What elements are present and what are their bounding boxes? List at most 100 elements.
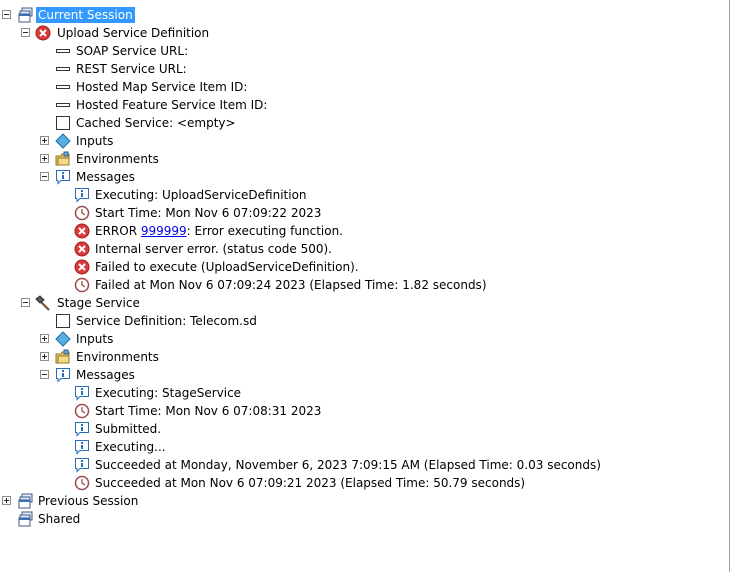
tree-label[interactable]: Upload Service Definition [55,25,211,41]
tree-label[interactable]: REST Service URL: [74,61,189,77]
tree-item-environments[interactable]: Environments [0,348,727,366]
tree-item-environments[interactable]: Environments [0,150,727,168]
info-message-icon [74,187,90,203]
tree-item-inputs[interactable]: Inputs [0,132,727,150]
info-message-icon [55,169,71,185]
collapse-toggle[interactable] [21,298,30,307]
error-prefix: ERROR [95,224,141,238]
message-item[interactable]: Failed to execute (UploadServiceDefiniti… [0,258,727,276]
empty-param-icon [55,115,71,131]
message-text: Executing: StageService [95,386,242,400]
error-code-link[interactable]: 999999 [141,224,187,238]
message-text: Succeeded at Monday, November 6, 2023 7:… [95,458,601,472]
tree-item-messages[interactable]: Messages [0,168,727,186]
info-message-icon [74,439,90,455]
message-item[interactable]: Executing... [0,438,727,456]
tree-label[interactable]: Environments [74,151,161,167]
message-text: Start Time: Mon Nov 6 07:08:31 2023 [95,404,322,418]
info-message-icon [55,367,71,383]
message-text: Executing... [95,440,166,454]
tree-item-shared[interactable]: Shared [0,510,727,528]
tree-label[interactable]: SOAP Service URL: [74,43,190,59]
message-text: Start Time: Mon Nov 6 07:09:22 2023 [95,206,322,220]
string-param-icon [55,43,71,59]
collapse-toggle[interactable] [40,370,49,379]
tree-label[interactable]: Hosted Feature Service Item ID: [74,97,269,113]
tree-label[interactable]: Inputs [74,133,115,149]
geoprocessing-results-panel: Current Session Upload Service Definitio… [0,0,730,572]
inputs-diamond-icon [55,133,71,149]
message-item[interactable]: Executing: StageService [0,384,727,402]
environments-folder-icon [55,349,71,365]
tree-label[interactable]: Service Definition: Telecom.sd [74,313,259,329]
tree-label[interactable]: Cached Service: <empty> [74,115,238,131]
tree-item-rest-url[interactable]: REST Service URL: [0,60,727,78]
error-icon [35,25,51,41]
expand-toggle[interactable] [2,496,11,505]
tree-label[interactable]: Stage Service [55,295,142,311]
collapse-toggle[interactable] [21,28,30,37]
error-message-text: ERROR 999999: Error executing function. [93,223,345,239]
message-item[interactable]: Submitted. [0,420,727,438]
tree-label[interactable]: Environments [74,349,161,365]
collapse-toggle[interactable] [2,10,11,19]
error-icon [74,223,90,239]
message-text: Submitted. [95,422,162,436]
message-item[interactable]: Succeeded at Mon Nov 6 07:09:21 2023 (El… [0,474,727,492]
tree-item-cached-service[interactable]: Cached Service: <empty> [0,114,727,132]
session-folder-icon [18,7,34,23]
clock-icon [74,475,90,491]
tree-item-current-session[interactable]: Current Session [0,6,727,24]
string-param-icon [55,79,71,95]
tree-label[interactable]: Hosted Map Service Item ID: [74,79,249,95]
message-item[interactable]: Start Time: Mon Nov 6 07:09:22 2023 [0,204,727,222]
tree-item-stage-service[interactable]: Stage Service [0,294,727,312]
tree-item-feature-item-id[interactable]: Hosted Feature Service Item ID: [0,96,727,114]
clock-icon [74,205,90,221]
tree-item-soap-url[interactable]: SOAP Service URL: [0,42,727,60]
tree-label[interactable]: Current Session [36,7,135,23]
tree-item-upload-service-definition[interactable]: Upload Service Definition [0,24,727,42]
message-text: Failed to execute (UploadServiceDefiniti… [95,260,359,274]
message-item[interactable]: Executing: UploadServiceDefinition [0,186,727,204]
message-item[interactable]: Failed at Mon Nov 6 07:09:24 2023 (Elaps… [0,276,727,294]
file-param-icon [55,313,71,329]
expand-toggle[interactable] [40,136,49,145]
message-text: Executing: UploadServiceDefinition [95,188,307,202]
tree-item-inputs[interactable]: Inputs [0,330,727,348]
inputs-diamond-icon [55,331,71,347]
environments-folder-icon [55,151,71,167]
tree-item-previous-session[interactable]: Previous Session [0,492,727,510]
string-param-icon [55,61,71,77]
info-message-icon [74,421,90,437]
error-suffix: : Error executing function. [186,224,343,238]
expand-toggle[interactable] [40,352,49,361]
collapse-toggle[interactable] [40,172,49,181]
session-folder-icon [18,493,34,509]
clock-icon [74,403,90,419]
message-text: Failed at Mon Nov 6 07:09:24 2023 (Elaps… [95,278,487,292]
info-message-icon [74,457,90,473]
error-icon [74,259,90,275]
tree-label[interactable]: Messages [74,169,137,185]
tree-label[interactable]: Previous Session [36,493,140,509]
hammer-tool-icon [35,295,51,311]
clock-icon [74,277,90,293]
expand-toggle[interactable] [40,334,49,343]
message-text: Internal server error. (status code 500)… [95,242,332,256]
expand-toggle[interactable] [40,154,49,163]
tree-item-map-item-id[interactable]: Hosted Map Service Item ID: [0,78,727,96]
tree-item-messages[interactable]: Messages [0,366,727,384]
message-item[interactable]: ERROR 999999: Error executing function. [0,222,727,240]
tree-label[interactable]: Messages [74,367,137,383]
string-param-icon [55,97,71,113]
message-item[interactable]: Internal server error. (status code 500)… [0,240,727,258]
message-item[interactable]: Start Time: Mon Nov 6 07:08:31 2023 [0,402,727,420]
message-item[interactable]: Succeeded at Monday, November 6, 2023 7:… [0,456,727,474]
tree-label[interactable]: Inputs [74,331,115,347]
message-text: Succeeded at Mon Nov 6 07:09:21 2023 (El… [95,476,526,490]
info-message-icon [74,385,90,401]
tree-label[interactable]: Shared [36,511,82,527]
session-folder-icon [18,511,34,527]
tree-item-service-definition[interactable]: Service Definition: Telecom.sd [0,312,727,330]
